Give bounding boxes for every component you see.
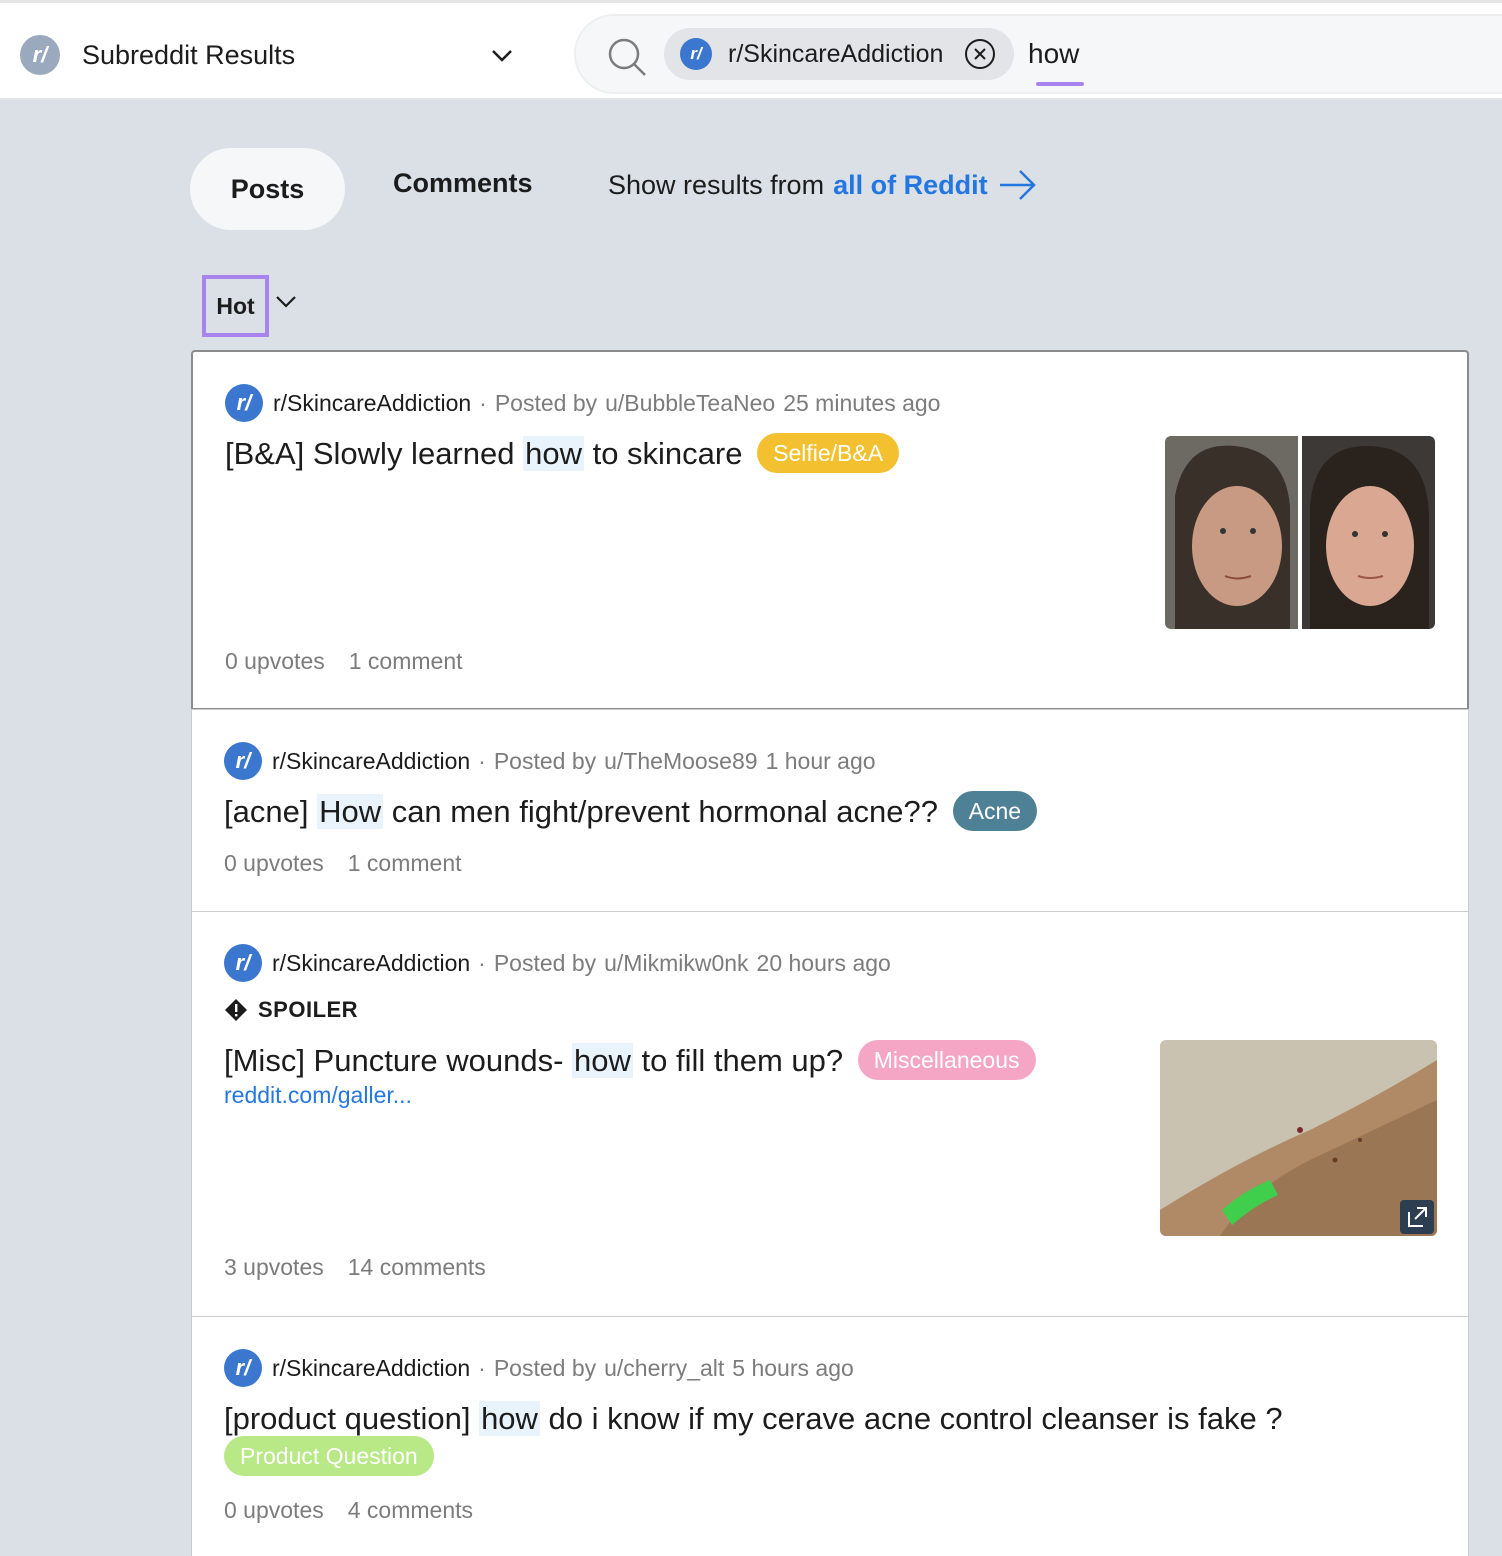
posted-by-label: Posted by [493,949,597,976]
chevron-down-icon[interactable] [488,41,516,69]
post-card[interactable]: r/ r/SkincareAddiction · Posted by u/che… [191,1316,1469,1556]
post-time: 20 hours ago [756,949,891,976]
post-time: 25 minutes ago [783,389,941,416]
post-time: 5 hours ago [732,1354,854,1381]
posted-by-label: Posted by [493,747,597,774]
search-bar[interactable]: r/ r/SkincareAddiction [574,14,1502,94]
title-text: [product question] [224,1401,480,1436]
community-switcher[interactable]: r/ Subreddit Results [20,33,295,77]
post-flair[interactable]: Selfie/B&A [757,432,900,473]
post-flair[interactable]: Product Question [224,1435,434,1476]
meta-separator: · [478,949,486,976]
comment-count[interactable]: 1 comment [348,850,462,876]
post-stats: 0 upvotes 1 comment [224,850,462,877]
post-subreddit[interactable]: r/SkincareAddiction [272,748,470,775]
posted-by-label: Posted by [493,1354,597,1381]
community-icon: r/ [20,35,60,75]
chip-label: r/SkincareAddiction [728,39,944,68]
post-card[interactable]: r/ r/SkincareAddiction · Posted by u/The… [191,709,1469,912]
post-meta: r/ r/SkincareAddiction · Posted by u/che… [224,1349,854,1387]
post-flair-row: Product Question [224,1435,434,1479]
post-meta: r/ r/SkincareAddiction · Posted by u/Bub… [225,384,940,422]
post-stats: 3 upvotes 14 comments [224,1254,486,1281]
title-text: [Misc] Puncture wounds- [224,1043,573,1078]
subreddit-icon: r/ [224,742,262,780]
tab-comments[interactable]: Comments [393,168,533,199]
tab-posts[interactable]: Posts [190,148,345,230]
search-icon [608,38,646,76]
post-title[interactable]: [product question] how do i know if my c… [224,1399,1283,1439]
chip-subreddit-icon: r/ [680,38,712,70]
post-subreddit[interactable]: r/SkincareAddiction [272,950,470,977]
show-all-reddit-link[interactable]: Show results from all of Reddit [608,168,1038,202]
meta-separator: · [479,389,487,416]
upvote-count: 0 upvotes [225,648,325,674]
external-link[interactable]: reddit.com/galler... [224,1082,412,1109]
subreddit-icon: r/ [225,384,263,422]
post-title[interactable]: [B&A] Slowly learned how to skincare Sel… [225,432,900,476]
comment-count[interactable]: 14 comments [348,1254,486,1280]
posted-by-label: Posted by [494,389,598,416]
comment-count[interactable]: 1 comment [349,648,463,674]
post-author[interactable]: u/BubbleTeaNeo [605,390,775,417]
title-text: do i know if my cerave acne control clea… [539,1401,1283,1436]
post-flair[interactable]: Miscellaneous [857,1039,1036,1080]
post-author[interactable]: u/cherry_alt [604,1355,724,1382]
title-text: can men fight/prevent hormonal acne?? [383,794,938,829]
post-author[interactable]: u/TheMoose89 [604,748,757,775]
title-highlight: how [523,436,584,471]
spoiler-icon [225,999,247,1021]
post-thumbnail[interactable] [1165,436,1435,629]
title-text: to skincare [583,436,743,471]
title-text: to fill them up? [632,1043,844,1078]
post-stats: 0 upvotes 1 comment [225,648,463,675]
post-title[interactable]: [Misc] Puncture wounds- how to fill them… [224,1039,1036,1083]
subreddit-icon: r/ [224,944,262,982]
title-highlight: How [317,794,384,829]
title-text: [acne] [224,794,318,829]
subreddit-filter-chip[interactable]: r/ r/SkincareAddiction [664,28,1014,80]
title-highlight: how [572,1043,633,1078]
search-text-underline [1036,82,1084,86]
meta-separator: · [478,747,486,774]
arrow-right-icon [999,170,1036,200]
community-title: Subreddit Results [82,39,296,70]
wound-photo [1160,1040,1437,1236]
post-thumbnail[interactable] [1160,1040,1437,1236]
before-after-photo [1165,436,1435,629]
post-author[interactable]: u/Mikmikw0nk [604,950,748,977]
post-meta: r/ r/SkincareAddiction · Posted by u/Mik… [224,944,891,982]
title-text: [B&A] Slowly learned [225,436,524,471]
post-meta: r/ r/SkincareAddiction · Posted by u/The… [224,742,876,780]
post-flair[interactable]: Acne [952,790,1038,831]
search-input[interactable] [1028,38,1428,70]
upvote-count: 0 upvotes [224,1497,324,1523]
title-highlight: how [479,1401,540,1436]
post-title[interactable]: [acne] How can men fight/prevent hormona… [224,790,1038,834]
all-of-reddit-link[interactable]: all of Reddit [833,170,988,201]
close-icon[interactable] [964,38,996,70]
meta-separator: · [478,1354,486,1381]
post-subreddit[interactable]: r/SkincareAddiction [273,390,471,417]
post-time: 1 hour ago [765,747,876,774]
subreddit-icon: r/ [224,1349,262,1387]
sort-dropdown[interactable]: Hot [202,275,269,337]
post-subreddit[interactable]: r/SkincareAddiction [272,1355,470,1382]
post-stats: 0 upvotes 4 comments [224,1497,473,1524]
upvote-count: 0 upvotes [224,850,324,876]
spoiler-tag: SPOILER [224,997,358,1023]
top-header: r/ Subreddit Results r/ r/SkincareAddict… [0,0,1502,100]
show-results-prefix: Show results from [608,169,825,200]
post-card[interactable]: r/ r/SkincareAddiction · Posted by u/Mik… [191,911,1469,1317]
upvote-count: 3 upvotes [224,1254,324,1280]
spoiler-label: SPOILER [258,997,359,1022]
comment-count[interactable]: 4 comments [348,1497,473,1523]
post-card[interactable]: r/ r/SkincareAddiction · Posted by u/Bub… [191,350,1469,710]
chevron-down-icon[interactable] [274,290,298,314]
